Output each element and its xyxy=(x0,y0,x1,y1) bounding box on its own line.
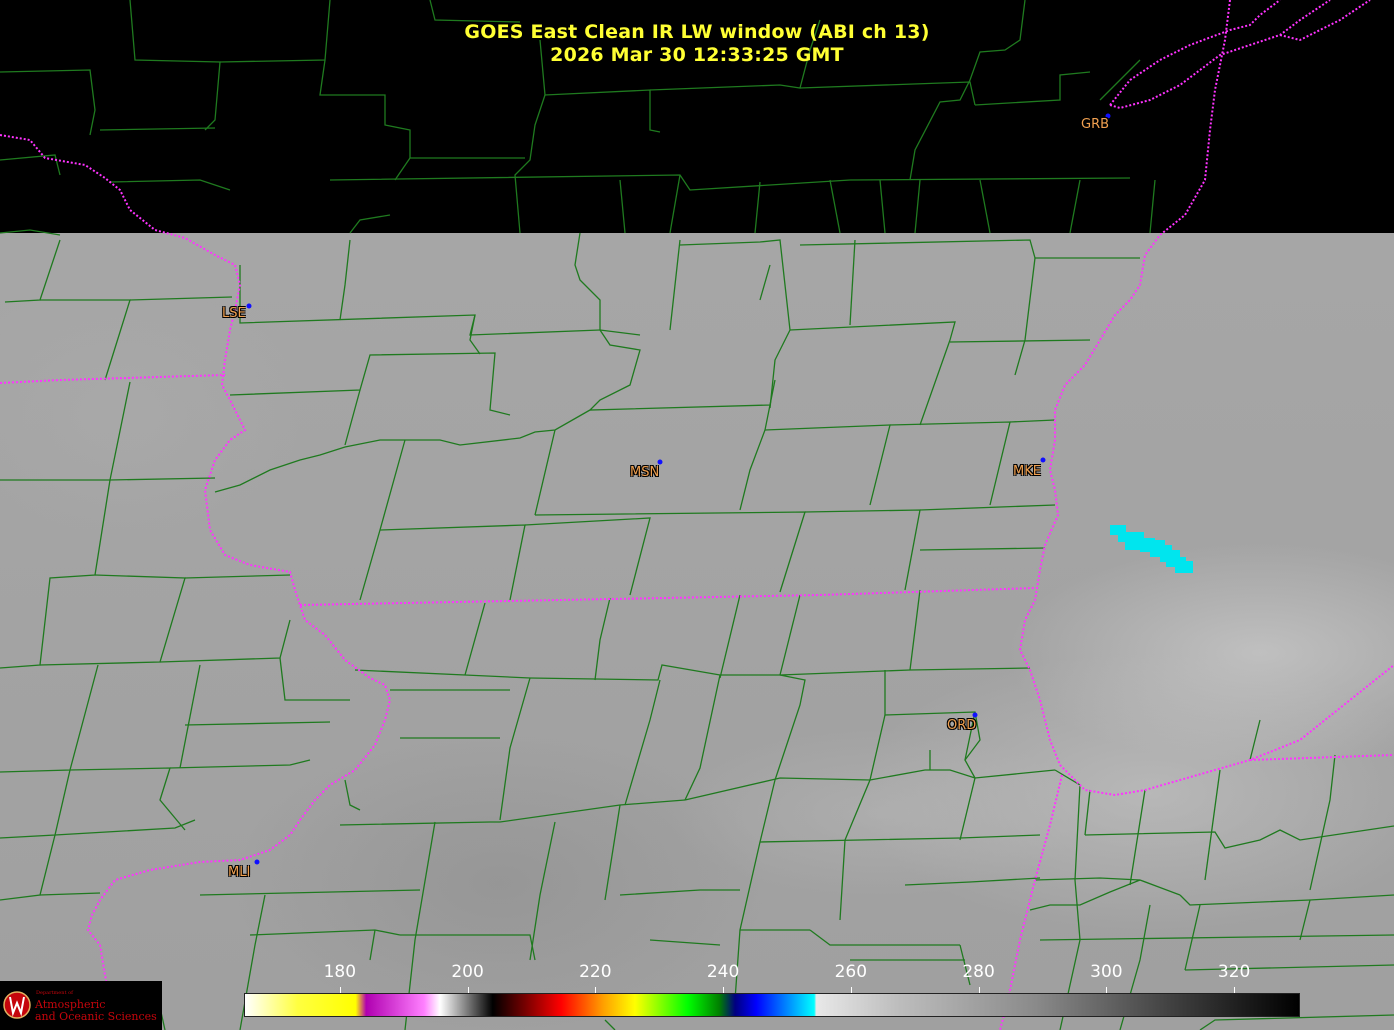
colorbar-tick-mark xyxy=(339,987,341,993)
colorbar-tick-label: 300 xyxy=(1090,962,1123,982)
colorbar-tick-label: 320 xyxy=(1217,962,1251,982)
colorbar-tick-label: 180 xyxy=(323,962,357,982)
cold-cloud-feature xyxy=(1110,525,1193,573)
map-title: GOES East Clean IR LW window (ABI ch 13) xyxy=(464,21,930,43)
satellite-map: GOES East Clean IR LW window (ABI ch 13)… xyxy=(0,0,1394,1030)
station-label-mli: MLI xyxy=(228,865,251,880)
station-dot-mli xyxy=(254,859,260,865)
colorbar-tick-mark xyxy=(850,987,852,993)
colorbar-tick-mark xyxy=(1106,987,1108,993)
logo-line2: and Oceanic Sciences xyxy=(35,1010,157,1023)
colorbar-tick-label: 240 xyxy=(706,962,740,982)
state-borders xyxy=(0,0,1394,1030)
colorbar-tick-label: 280 xyxy=(962,962,995,982)
colorbar-tick-label: 220 xyxy=(579,962,612,982)
station-dot-mke xyxy=(1040,457,1046,463)
map-timestamp: 2026 Mar 30 12:33:25 GMT xyxy=(550,44,844,66)
uw-crest-icon xyxy=(3,991,31,1019)
station-dot-ord xyxy=(972,712,978,718)
temperature-colorbar xyxy=(244,993,1300,1017)
map-overlay xyxy=(0,0,1394,1030)
colorbar-tick-mark xyxy=(467,987,469,993)
colorbar-tick-mark xyxy=(723,987,725,993)
logo-department-text: Department of xyxy=(36,990,73,996)
station-label-lse: LSE xyxy=(222,306,246,321)
station-dot-lse xyxy=(246,303,252,309)
station-dot-msn xyxy=(657,459,663,465)
station-markers xyxy=(246,113,1111,865)
station-label-grb: GRB xyxy=(1081,117,1110,132)
aos-logo: Department of Atmospheric and Oceanic Sc… xyxy=(0,981,162,1030)
colorbar-tick-mark xyxy=(595,987,597,993)
colorbar-tick-mark xyxy=(1234,987,1236,993)
station-label-ord: ORD xyxy=(947,718,977,733)
colorbar-tick-mark xyxy=(978,987,980,993)
colorbar-tick-label: 260 xyxy=(834,962,868,982)
station-label-msn: MSN xyxy=(630,465,660,480)
station-label-mke: MKE xyxy=(1013,464,1041,479)
colorbar-tick-label: 200 xyxy=(451,962,484,982)
